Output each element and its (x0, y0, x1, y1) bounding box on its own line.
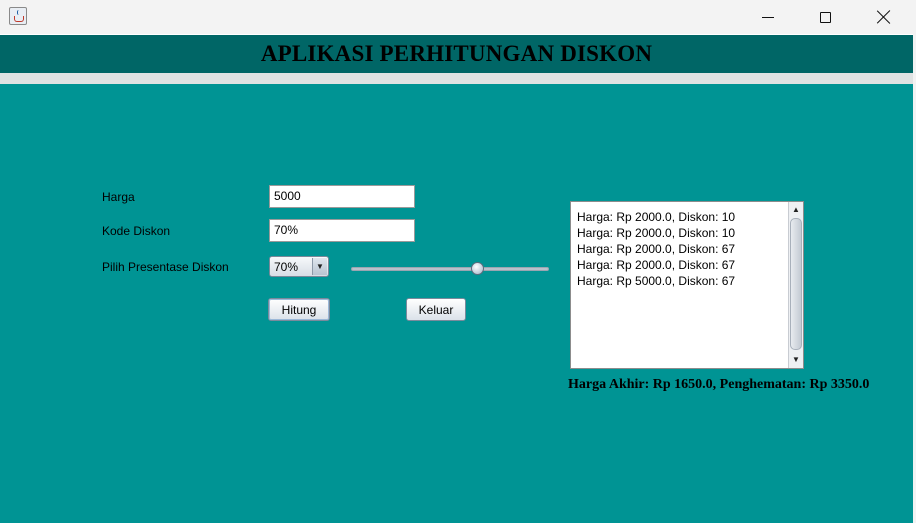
close-icon (877, 10, 891, 24)
list-item[interactable]: Harga: Rp 2000.0, Diskon: 67 (577, 257, 787, 273)
slider-thumb[interactable] (471, 262, 484, 275)
history-items: Harga: Rp 2000.0, Diskon: 10 Harga: Rp 20… (577, 209, 787, 289)
list-item[interactable]: Harga: Rp 2000.0, Diskon: 67 (577, 241, 787, 257)
dropdown-arrow-icon[interactable]: ▼ (312, 258, 327, 275)
app-header: APLIKASI PERHITUNGAN DISKON (0, 35, 913, 73)
kode-diskon-input[interactable]: 70% (269, 219, 415, 242)
persentase-label: Pilih Presentase Diskon (102, 260, 229, 274)
scroll-thumb[interactable] (790, 218, 802, 350)
scroll-up-arrow-icon[interactable]: ▲ (789, 203, 803, 217)
slider-track[interactable] (351, 267, 549, 271)
header-separator (0, 73, 913, 84)
list-item[interactable]: Harga: Rp 2000.0, Diskon: 10 (577, 225, 787, 241)
minimize-button[interactable] (739, 0, 797, 34)
hitung-button[interactable]: Hitung (268, 298, 330, 321)
persentase-selected: 70% (274, 260, 299, 274)
close-button[interactable] (855, 0, 913, 34)
list-item[interactable]: Harga: Rp 5000.0, Diskon: 67 (577, 273, 787, 289)
diskon-slider[interactable] (349, 260, 551, 278)
scroll-down-arrow-icon[interactable]: ▼ (789, 353, 803, 367)
java-app-icon (9, 7, 27, 25)
window-titlebar (0, 0, 916, 34)
vertical-scrollbar[interactable]: ▲ ▼ (788, 202, 803, 368)
harga-label: Harga (102, 190, 135, 204)
keluar-button[interactable]: Keluar (406, 298, 466, 321)
harga-input[interactable]: 5000 (269, 185, 415, 208)
kode-diskon-label: Kode Diskon (102, 224, 171, 238)
page-title: APLIKASI PERHITUNGAN DISKON (260, 41, 653, 66)
list-item[interactable]: Harga: Rp 2000.0, Diskon: 10 (577, 209, 787, 225)
persentase-dropdown[interactable]: 70% ▼ (269, 256, 329, 277)
history-list[interactable]: Harga: Rp 2000.0, Diskon: 10 Harga: Rp 20… (570, 201, 804, 369)
result-text: Harga Akhir: Rp 1650.0, Penghematan: Rp … (568, 377, 870, 392)
minimize-icon (762, 16, 774, 18)
maximize-icon (819, 11, 831, 23)
maximize-button[interactable] (796, 0, 854, 34)
